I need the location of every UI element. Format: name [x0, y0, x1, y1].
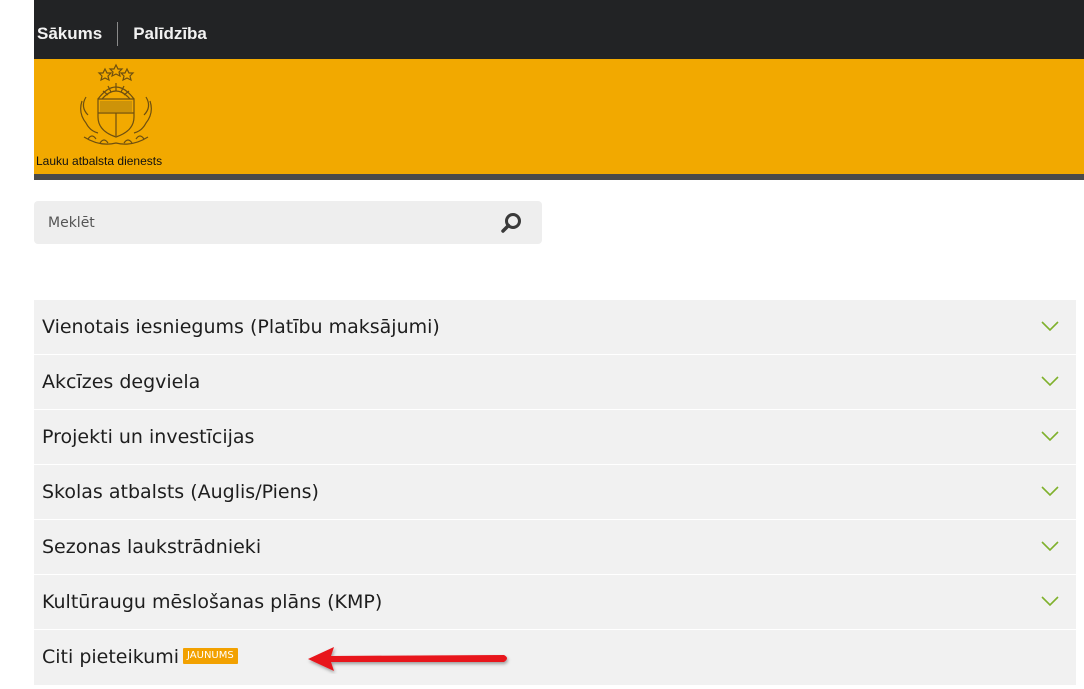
organization-name: Lauku atbalsta dienests [36, 154, 163, 168]
red-arrow-pointer-icon [308, 647, 507, 671]
menu-item-label: Citi pieteikumi JAUNUMS [42, 630, 238, 685]
menu-item-kulturaugu-meslosanas-plans[interactable]: Kultūraugu mēslošanas plāns (KMP) [34, 575, 1076, 630]
menu-item-label: Akcīzes degviela [42, 371, 201, 393]
chevron-down-icon [1041, 376, 1059, 387]
nav-link-home[interactable]: Sākums [34, 24, 102, 44]
header-divider [34, 174, 1084, 180]
header-banner [34, 59, 1084, 174]
nav-link-help[interactable]: Palīdzība [130, 24, 207, 44]
chevron-down-icon [1041, 541, 1059, 552]
menu-item-projekti-un-investicijas[interactable]: Projekti un investīcijas [34, 410, 1076, 465]
menu-item-label: Kultūraugu mēslošanas plāns (KMP) [42, 591, 383, 613]
nav-separator [117, 22, 119, 46]
menu-item-vienotais-iesniegums[interactable]: Vienotais iesniegums (Platību maksājumi) [34, 300, 1076, 355]
menu-item-sezonas-laukstradnieki[interactable]: Sezonas laukstrādnieki [34, 520, 1076, 575]
menu-item-skolas-atbalsts[interactable]: Skolas atbalsts (Auglis/Piens) [34, 465, 1076, 520]
menu-item-label: Vienotais iesniegums (Platību maksājumi) [42, 316, 440, 338]
coat-of-arms-icon[interactable] [70, 61, 162, 151]
menu-item-citi-pieteikumi[interactable]: Citi pieteikumi JAUNUMS [34, 630, 1076, 686]
chevron-down-icon [1041, 431, 1059, 442]
new-badge: JAUNUMS [183, 647, 238, 664]
search-box [34, 201, 542, 244]
chevron-down-icon [1041, 486, 1059, 497]
application-menu: Vienotais iesniegums (Platību maksājumi)… [34, 300, 1076, 686]
search-input[interactable] [34, 201, 484, 244]
search-icon[interactable] [500, 211, 524, 235]
menu-item-label: Skolas atbalsts (Auglis/Piens) [42, 481, 319, 503]
menu-item-label: Projekti un investīcijas [42, 426, 255, 448]
chevron-down-icon [1041, 321, 1059, 332]
top-bar: Sākums Palīdzība [0, 0, 1084, 59]
menu-item-label: Sezonas laukstrādnieki [42, 536, 262, 558]
top-navigation: Sākums Palīdzība [34, 20, 207, 48]
menu-item-akcizes-degviela[interactable]: Akcīzes degviela [34, 355, 1076, 410]
citi-pieteikumi-label: Citi pieteikumi [42, 646, 180, 668]
chevron-down-icon [1041, 596, 1059, 607]
